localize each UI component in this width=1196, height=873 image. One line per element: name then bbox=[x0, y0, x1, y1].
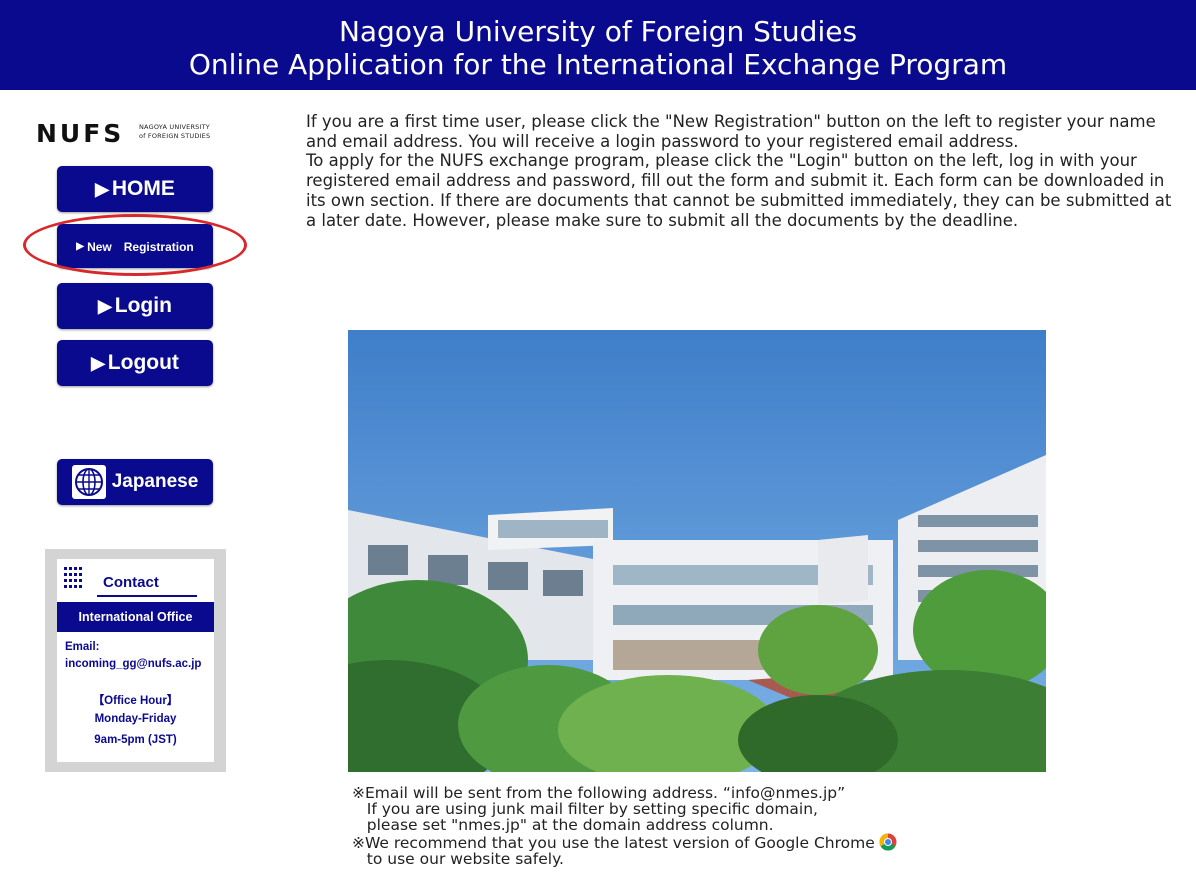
home-button[interactable]: ▶ HOME bbox=[57, 166, 213, 212]
chrome-icon bbox=[879, 833, 897, 851]
notes-section: ※Email will be sent from the following a… bbox=[352, 785, 1052, 867]
note-line-2: If you are using junk mail filter by set… bbox=[352, 800, 818, 818]
globe-icon bbox=[71, 465, 106, 499]
logo-sub-line2: of FOREIGN STUDIES bbox=[139, 132, 211, 140]
contact-panel: Contact International Office Email: inco… bbox=[45, 549, 226, 772]
international-office-bar: International Office bbox=[57, 602, 214, 632]
new-registration-button[interactable]: ▶ New Registration bbox=[57, 224, 213, 268]
header-title-line2: Online Application for the International… bbox=[188, 48, 1008, 81]
note-line-5: to use our website safely. bbox=[352, 850, 564, 868]
page-header: Nagoya University of Foreign Studies Onl… bbox=[0, 0, 1196, 90]
intro-text: If you are a first time user, please cli… bbox=[306, 112, 1186, 230]
nufs-logo: NUFS NAGOYA UNIVERSITY of FOREIGN STUDIE… bbox=[36, 115, 236, 151]
intro-paragraph-2: To apply for the NUFS exchange program, … bbox=[306, 151, 1172, 230]
header-title-line1: Nagoya University of Foreign Studies bbox=[338, 15, 858, 48]
triangle-right-icon: ▶ bbox=[95, 178, 109, 199]
logo-mark: NUFS bbox=[36, 119, 125, 148]
login-button-label: Login bbox=[114, 294, 172, 317]
intro-paragraph-1: If you are a first time user, please cli… bbox=[306, 112, 1156, 151]
contact-underline bbox=[97, 595, 197, 597]
campus-photo-illustration bbox=[348, 330, 1046, 772]
note-line-1: ※Email will be sent from the following a… bbox=[352, 784, 846, 802]
logo-subtitle: NAGOYA UNIVERSITY of FOREIGN STUDIES bbox=[139, 123, 210, 141]
office-hours: 9am-5pm (JST) bbox=[94, 734, 177, 746]
logout-button[interactable]: ▶ Logout bbox=[57, 340, 213, 386]
logo-sub-line1: NAGOYA UNIVERSITY bbox=[139, 123, 210, 131]
japanese-button-label: Japanese bbox=[111, 471, 199, 492]
new-registration-button-label: New Registration bbox=[87, 239, 194, 254]
note-line-4-row: ※We recommend that you use the latest ve… bbox=[352, 833, 1052, 851]
note-line-3: please set "nmes.jp" at the domain addre… bbox=[352, 816, 774, 834]
contact-email[interactable]: incoming_gg@nufs.ac.jp bbox=[65, 658, 201, 670]
contact-title: Contact bbox=[103, 574, 159, 591]
triangle-right-icon: ▶ bbox=[76, 240, 85, 252]
email-label: Email: bbox=[65, 641, 100, 653]
japanese-language-button[interactable]: Japanese bbox=[57, 459, 213, 505]
office-hour-label: 【Office Hour】 bbox=[92, 695, 179, 707]
triangle-right-icon: ▶ bbox=[98, 295, 112, 316]
triangle-right-icon: ▶ bbox=[91, 352, 105, 373]
logout-button-label: Logout bbox=[107, 351, 179, 374]
contact-card: Contact International Office Email: inco… bbox=[57, 559, 214, 762]
login-button[interactable]: ▶ Login bbox=[57, 283, 213, 329]
office-days: Monday-Friday bbox=[94, 713, 177, 725]
campus-photo bbox=[348, 330, 1046, 772]
home-button-label: HOME bbox=[111, 177, 175, 200]
grid-dots-icon bbox=[64, 567, 82, 588]
